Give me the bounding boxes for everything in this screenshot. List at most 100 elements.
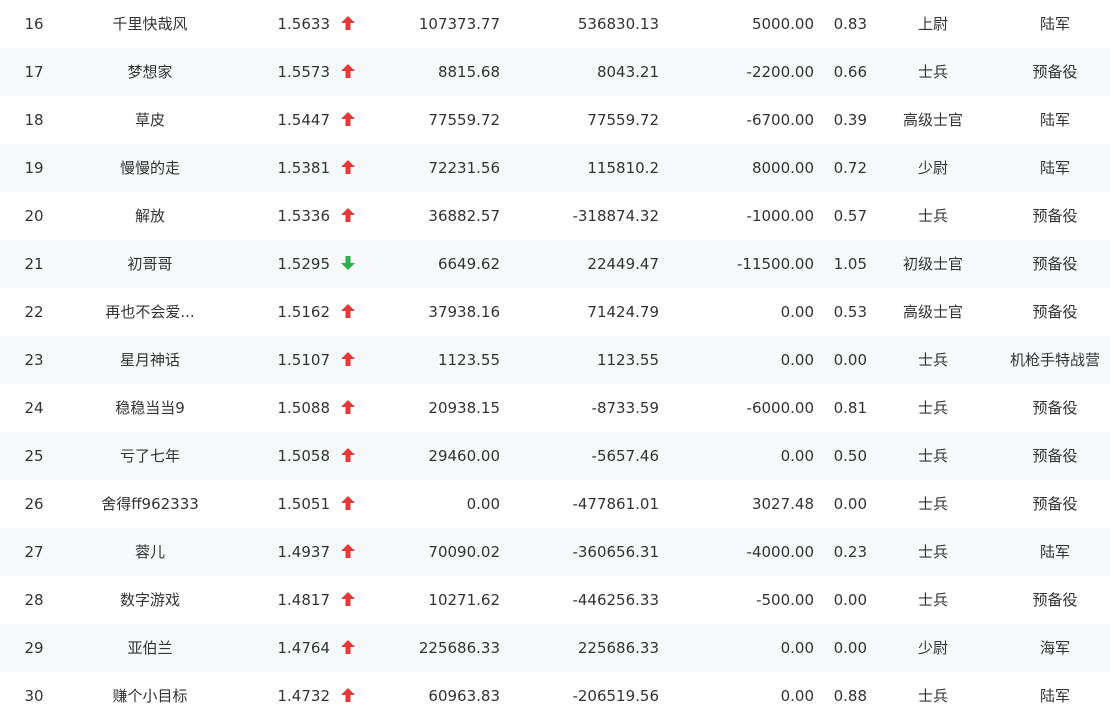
value-2-cell: 1123.55: [596, 351, 659, 369]
ratio-cell: 1.4732: [277, 687, 331, 705]
ratio-cell: 1.5573: [277, 63, 331, 81]
value-4-cell: 0.53: [833, 303, 867, 321]
branch-cell: 预备役: [1032, 303, 1078, 321]
table-row[interactable]: 30 赚个小目标 1.4732 60963.83 -206519.56 0.00 0.88 士…: [0, 672, 1110, 720]
user-name-cell: 星月神话: [119, 351, 180, 369]
rank-cell: 20: [24, 207, 44, 225]
arrow-up-icon: [340, 639, 356, 657]
ratio-cell: 1.4817: [277, 591, 331, 609]
trend-cell: [337, 576, 359, 624]
table-row[interactable]: 22 再也不会爱... 1.5162 37938.16 71424.79 0.00 0.53…: [0, 288, 1110, 336]
value-2-cell: 22449.47: [587, 255, 659, 273]
table-row[interactable]: 20 解放 1.5336 36882.57 -318874.32 -1000.00 0.57…: [0, 192, 1110, 240]
user-name-cell: 稳稳当当9: [115, 399, 185, 417]
value-4-cell: 0.39: [833, 111, 867, 129]
rank-cell: 28: [24, 591, 44, 609]
trend-cell: [337, 624, 359, 672]
rank-cell: 22: [24, 303, 44, 321]
value-1-cell: 29460.00: [428, 447, 500, 465]
trend-cell: [337, 240, 359, 288]
rank-cell: 27: [24, 543, 44, 561]
user-name-cell: 赚个小目标: [112, 687, 188, 705]
branch-cell: 预备役: [1032, 591, 1078, 609]
value-1-cell: 60963.83: [428, 687, 500, 705]
trend-cell: [337, 288, 359, 336]
table-row[interactable]: 18 草皮 1.5447 77559.72 77559.72 -6700.00 0.39 高级…: [0, 96, 1110, 144]
value-3-cell: -2200.00: [746, 63, 814, 81]
rank-title-cell: 士兵: [917, 687, 948, 705]
value-3-cell: -1000.00: [746, 207, 814, 225]
table-row[interactable]: 27 蓉儿 1.4937 70090.02 -360656.31 -4000.00 0.23…: [0, 528, 1110, 576]
value-4-cell: 0.50: [833, 447, 867, 465]
rank-cell: 21: [24, 255, 44, 273]
trend-cell: [337, 0, 359, 48]
rank-cell: 25: [24, 447, 44, 465]
user-name-cell: 蓉儿: [134, 543, 165, 561]
value-1-cell: 0.00: [466, 495, 500, 513]
rank-title-cell: 士兵: [917, 543, 948, 561]
value-4-cell: 0.88: [833, 687, 867, 705]
rank-cell: 30: [24, 687, 44, 705]
user-name-cell: 亚伯兰: [127, 639, 173, 657]
value-2-cell: 115810.2: [587, 159, 659, 177]
rank-title-cell: 士兵: [917, 63, 948, 81]
value-3-cell: -6700.00: [746, 111, 814, 129]
trend-cell: [337, 48, 359, 96]
branch-cell: 陆军: [1039, 543, 1070, 561]
value-1-cell: 36882.57: [428, 207, 500, 225]
table-row[interactable]: 26 舍得ff962333 1.5051 0.00 -477861.01 3027.48 0…: [0, 480, 1110, 528]
user-name-cell: 数字游戏: [119, 591, 180, 609]
arrow-up-icon: [340, 303, 356, 321]
table-row[interactable]: 25 亏了七年 1.5058 29460.00 -5657.46 0.00 0.50 士兵 预备…: [0, 432, 1110, 480]
user-name-cell: 再也不会爱...: [105, 303, 195, 321]
value-4-cell: 0.83: [833, 15, 867, 33]
branch-cell: 预备役: [1032, 63, 1078, 81]
value-4-cell: 0.72: [833, 159, 867, 177]
user-name-cell: 舍得ff962333: [101, 495, 199, 513]
value-3-cell: 8000.00: [751, 159, 814, 177]
value-4-cell: 0.81: [833, 399, 867, 417]
user-name-cell: 千里快哉风: [112, 15, 188, 33]
value-2-cell: 8043.21: [596, 63, 659, 81]
value-1-cell: 10271.62: [428, 591, 500, 609]
ratio-cell: 1.4937: [277, 543, 331, 561]
value-1-cell: 20938.15: [428, 399, 500, 417]
branch-cell: 预备役: [1032, 255, 1078, 273]
branch-cell: 陆军: [1039, 687, 1070, 705]
ratio-cell: 1.5381: [277, 159, 331, 177]
table-row[interactable]: 28 数字游戏 1.4817 10271.62 -446256.33 -500.00 0.0…: [0, 576, 1110, 624]
value-2-cell: -360656.31: [572, 543, 659, 561]
table-row[interactable]: 19 慢慢的走 1.5381 72231.56 115810.2 8000.00 0.72 少…: [0, 144, 1110, 192]
rank-cell: 19: [24, 159, 44, 177]
value-3-cell: -4000.00: [746, 543, 814, 561]
table-row[interactable]: 24 稳稳当当9 1.5088 20938.15 -8733.59 -6000.00 0.8…: [0, 384, 1110, 432]
value-4-cell: 0.00: [833, 351, 867, 369]
ratio-cell: 1.5295: [277, 255, 331, 273]
table-row[interactable]: 16 千里快哉风 1.5633 107373.77 536830.13 5000.00 0.…: [0, 0, 1110, 48]
table-row[interactable]: 17 梦想家 1.5573 8815.68 8043.21 -2200.00 0.66 士兵 预…: [0, 48, 1110, 96]
rank-cell: 17: [24, 63, 44, 81]
user-name-cell: 草皮: [134, 111, 165, 129]
table-row[interactable]: 23 星月神话 1.5107 1123.55 1123.55 0.00 0.00 士兵 机枪手特…: [0, 336, 1110, 384]
arrow-up-icon: [340, 591, 356, 609]
table-row[interactable]: 21 初哥哥 1.5295 6649.62 22449.47 -11500.00 1.05 初…: [0, 240, 1110, 288]
branch-cell: 陆军: [1039, 15, 1070, 33]
rank-cell: 24: [24, 399, 44, 417]
trend-cell: [337, 96, 359, 144]
value-1-cell: 70090.02: [428, 543, 500, 561]
rank-title-cell: 士兵: [917, 399, 948, 417]
rank-title-cell: 士兵: [917, 591, 948, 609]
ratio-cell: 1.5447: [277, 111, 331, 129]
value-1-cell: 6649.62: [437, 255, 500, 273]
branch-cell: 预备役: [1032, 447, 1078, 465]
rank-title-cell: 少尉: [917, 159, 948, 177]
value-2-cell: 71424.79: [587, 303, 659, 321]
arrow-down-icon: [340, 255, 356, 273]
rank-title-cell: 上尉: [917, 15, 948, 33]
rank-title-cell: 少尉: [917, 639, 948, 657]
table-row[interactable]: 29 亚伯兰 1.4764 225686.33 225686.33 0.00 0.00 少尉 海…: [0, 624, 1110, 672]
value-4-cell: 0.57: [833, 207, 867, 225]
ratio-cell: 1.5336: [277, 207, 331, 225]
value-4-cell: 0.23: [833, 543, 867, 561]
arrow-up-icon: [340, 447, 356, 465]
